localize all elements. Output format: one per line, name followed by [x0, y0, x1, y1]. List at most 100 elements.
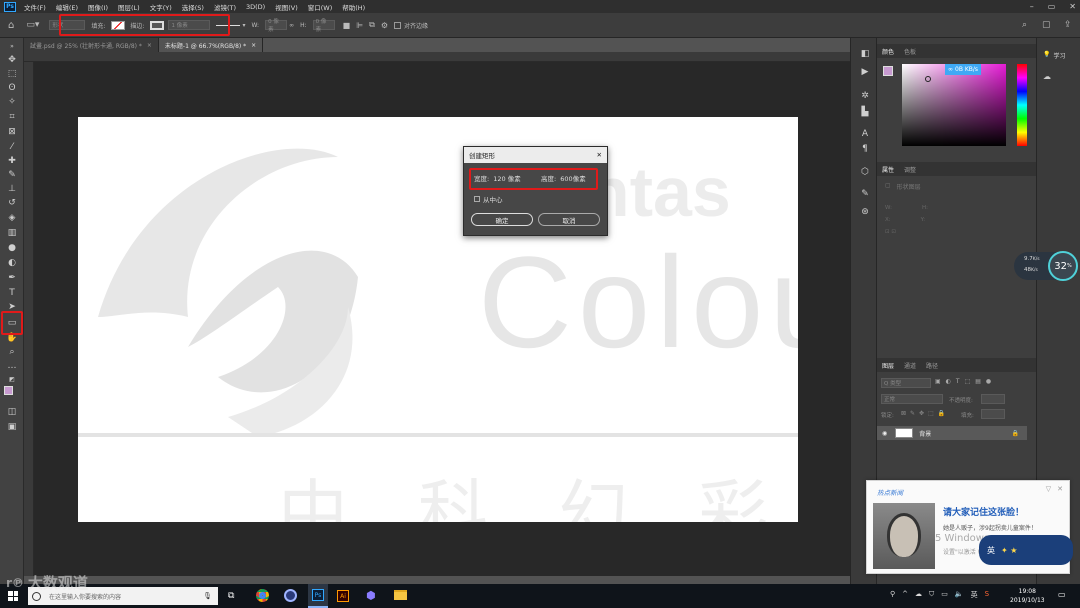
history-icon[interactable]: ◧	[858, 48, 872, 60]
close-icon[interactable]: ×	[251, 42, 256, 49]
menu-filter[interactable]: 滤镜(T)	[214, 2, 236, 12]
browser-icon[interactable]	[284, 589, 297, 602]
tab-color[interactable]: 颜色	[877, 47, 899, 56]
tab-paths[interactable]: 路径	[921, 361, 943, 370]
more-tools-icon[interactable]: …	[5, 360, 19, 372]
task-view-icon[interactable]: ⧉	[228, 591, 234, 601]
notification-icon[interactable]: ▭	[1058, 590, 1066, 599]
home-icon[interactable]: ⌂	[8, 20, 14, 31]
tab-swatches[interactable]: 色板	[899, 47, 921, 56]
levels-icon[interactable]: ▙	[858, 106, 872, 118]
height-input[interactable]: 0 像素	[312, 19, 335, 33]
tab-document-1[interactable]: 試畫.psd @ 25% (壮射形卡通, RGB/8) * ×	[24, 38, 159, 52]
search-icon[interactable]: ⌕	[1022, 20, 1027, 30]
opacity-input[interactable]	[981, 394, 1005, 404]
menu-image[interactable]: 图像(I)	[88, 2, 108, 12]
dodge-tool-icon[interactable]: ◐	[5, 257, 19, 269]
menu-edit[interactable]: 编辑(E)	[56, 2, 78, 12]
magic-wand-tool-icon[interactable]: ✧	[5, 96, 19, 108]
width-input[interactable]: 0 像素	[265, 19, 288, 33]
path-alignment-icon[interactable]: ⊫	[356, 21, 363, 30]
photoshop-taskbar-icon[interactable]: Ps	[308, 584, 328, 608]
illustrator-taskbar-icon[interactable]: Ai	[337, 590, 349, 602]
link-icon[interactable]: ∞	[289, 22, 294, 29]
minimize-icon[interactable]: –	[1030, 2, 1034, 11]
color-picker-field[interactable]	[902, 64, 1006, 146]
zoom-tool-icon[interactable]: ⌕	[5, 346, 19, 358]
person-icon[interactable]: ⚲	[890, 590, 895, 600]
lasso-tool-icon[interactable]: ʘ	[5, 82, 19, 94]
file-explorer-icon[interactable]	[394, 590, 407, 600]
paragraph-icon[interactable]: ¶	[858, 143, 872, 155]
chevron-up-icon[interactable]: ^	[902, 590, 908, 600]
foreground-color-swatch[interactable]	[4, 386, 13, 395]
onedrive-icon[interactable]: ☁	[915, 590, 922, 600]
path-operations-icon[interactable]: ■	[343, 21, 351, 30]
learn-tab[interactable]: 💡 学习	[1043, 51, 1066, 60]
clock[interactable]: 19:08 2019/10/13	[1010, 587, 1045, 605]
close-icon[interactable]: ✕	[597, 151, 602, 159]
tab-channels[interactable]: 通道	[899, 361, 921, 370]
workspace-icon[interactable]: ▢	[1042, 20, 1051, 30]
tool-preset-icon[interactable]: ▭▾	[26, 20, 39, 30]
share-icon[interactable]: ⇪	[1064, 20, 1072, 30]
layer-row-background[interactable]: ◉ 背景 🔒	[877, 426, 1027, 440]
character-icon[interactable]: A	[858, 128, 872, 140]
microphone-icon[interactable]: 🎙	[203, 592, 212, 600]
frame-tool-icon[interactable]: ⊠	[5, 126, 19, 138]
document-canvas[interactable]: Colour antas 中 科 幻 彩	[78, 117, 798, 522]
adjustments-icon[interactable]: ✲	[858, 90, 872, 102]
eyedropper-tool-icon[interactable]: ⁄	[5, 141, 19, 153]
volume-icon[interactable]: 🔈	[955, 590, 964, 600]
blur-tool-icon[interactable]: ●	[5, 242, 19, 254]
shield-icon[interactable]: ⛉	[929, 590, 934, 600]
close-icon[interactable]: ✕	[1057, 485, 1063, 493]
brush-settings-icon[interactable]: ✎	[858, 188, 872, 200]
input-method-icon[interactable]: S	[985, 590, 989, 600]
menu-3d[interactable]: 3D(D)	[246, 3, 265, 11]
close-icon[interactable]: ✕	[1069, 2, 1076, 11]
layer-filter-select[interactable]: Q 类型	[881, 378, 931, 388]
photoshop-app-icon[interactable]: Ps	[4, 1, 16, 12]
tab-document-2[interactable]: 未标题-1 @ 66.7%(RGB/8) * ×	[158, 38, 264, 52]
from-center-option[interactable]: 从中心	[474, 194, 503, 204]
default-colors-icon[interactable]: ◩	[5, 374, 19, 386]
menu-window[interactable]: 窗口(W)	[308, 2, 333, 12]
ok-button[interactable]: 确定	[471, 213, 533, 226]
brush-tool-icon[interactable]: ✎	[5, 169, 19, 181]
chrome-icon[interactable]	[256, 589, 269, 602]
gear-icon[interactable]: ⚙	[381, 21, 388, 30]
news-photo[interactable]	[873, 503, 935, 569]
ime-label[interactable]: 英	[971, 590, 978, 600]
clone-source-icon[interactable]: ⊛	[858, 206, 872, 218]
pen-tool-icon[interactable]: ✒	[5, 272, 19, 284]
menu-select[interactable]: 选择(S)	[182, 2, 204, 12]
maximize-icon[interactable]: ▭	[1048, 2, 1056, 11]
move-tool-icon[interactable]: ✥	[5, 54, 19, 66]
menu-layer[interactable]: 图层(L)	[118, 2, 140, 12]
blend-mode-select[interactable]: 正常	[881, 394, 943, 404]
hue-slider[interactable]	[1017, 64, 1027, 146]
settings-icon[interactable]: ▽	[1046, 485, 1051, 493]
screen-mode-icon[interactable]: ▣	[5, 421, 19, 433]
from-center-checkbox[interactable]	[474, 196, 480, 202]
eye-icon[interactable]: ◉	[882, 430, 887, 437]
3d-icon[interactable]: ⬡	[858, 166, 872, 178]
menu-help[interactable]: 帮助(H)	[342, 2, 365, 12]
libraries-icon[interactable]: ☁	[1043, 72, 1051, 81]
color-swatches-mini[interactable]	[883, 66, 893, 76]
tab-layers[interactable]: 图层	[877, 361, 899, 370]
menu-file[interactable]: 文件(F)	[24, 2, 46, 12]
network-icon[interactable]: ▭	[941, 590, 948, 600]
clone-stamp-tool-icon[interactable]: ⊥	[5, 183, 19, 195]
eraser-tool-icon[interactable]: ◈	[5, 212, 19, 224]
tab-adjustments[interactable]: 调整	[899, 165, 921, 174]
app-hexagon-icon[interactable]: ⬢	[366, 589, 376, 602]
menu-view[interactable]: 视图(V)	[275, 2, 298, 12]
close-icon[interactable]: ×	[147, 42, 152, 49]
ime-floating-badge[interactable]: 英 ✦ ★	[979, 535, 1073, 565]
gradient-tool-icon[interactable]: ▥	[5, 227, 19, 239]
crop-tool-icon[interactable]: ⌗	[5, 111, 19, 123]
tab-properties[interactable]: 属性	[877, 165, 899, 174]
chevron-down-icon[interactable]: ▾	[242, 22, 245, 29]
